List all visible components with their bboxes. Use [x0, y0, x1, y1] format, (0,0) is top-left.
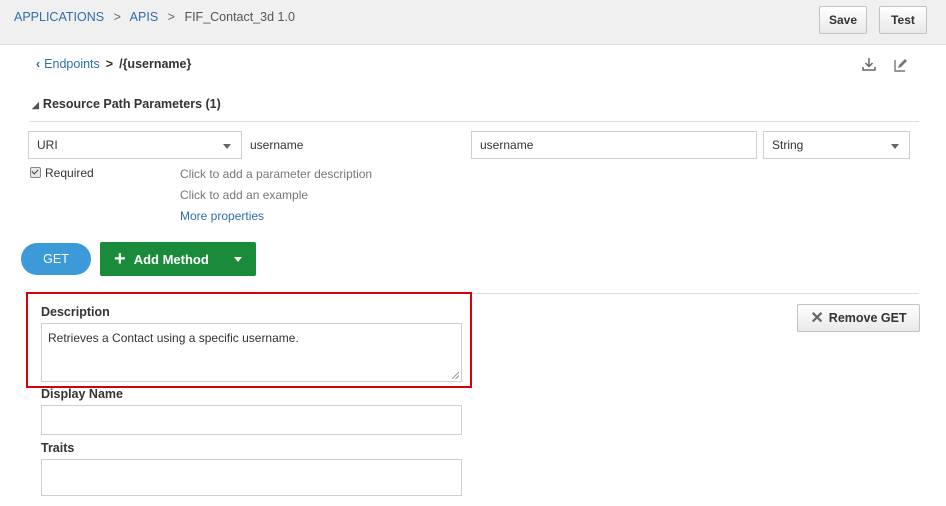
parameter-value-input[interactable]: username: [471, 131, 757, 159]
get-method-tab[interactable]: GET: [21, 243, 91, 275]
plus-icon: +: [114, 248, 126, 270]
breadcrumb-current: FIF_Contact_3d 1.0: [184, 10, 295, 24]
traits-label: Traits: [41, 441, 75, 455]
parameter-type-value: String: [772, 138, 804, 152]
required-label: Required: [45, 166, 94, 180]
parameter-type-select[interactable]: String: [763, 131, 910, 159]
chevron-down-icon: [891, 144, 899, 149]
chevron-down-icon[interactable]: [234, 257, 242, 262]
top-bar: APPLICATIONS > APIS > FIF_Contact_3d 1.0…: [0, 0, 946, 45]
add-method-label: Add Method: [133, 251, 209, 267]
display-name-label: Display Name: [41, 387, 123, 401]
parameter-example-hint[interactable]: Click to add an example: [180, 188, 308, 202]
parameter-description-hint[interactable]: Click to add a parameter description: [180, 167, 372, 181]
parameter-name[interactable]: username: [250, 138, 303, 152]
divider: [30, 121, 919, 122]
chevron-down-icon: [223, 144, 231, 149]
remove-get-label: Remove GET: [828, 311, 907, 325]
collapse-triangle-icon: ◢: [32, 100, 39, 110]
endpoints-link[interactable]: Endpoints: [44, 57, 100, 71]
required-checkbox[interactable]: [30, 167, 41, 179]
download-icon[interactable]: [860, 56, 878, 74]
breadcrumb-apis[interactable]: APIS: [130, 10, 159, 24]
breadcrumb: APPLICATIONS > APIS > FIF_Contact_3d 1.0: [14, 10, 295, 24]
path-separator: >: [105, 57, 114, 71]
add-method-button[interactable]: + Add Method: [100, 242, 256, 276]
test-button[interactable]: Test: [879, 6, 927, 34]
display-name-input[interactable]: [41, 405, 462, 435]
section-title: Resource Path Parameters (1): [42, 97, 221, 111]
more-properties-link[interactable]: More properties: [180, 209, 264, 223]
close-icon: ✕: [810, 310, 824, 327]
description-highlight-box: [26, 292, 472, 388]
resource-path-parameters-toggle[interactable]: ◢ Resource Path Parameters (1): [32, 97, 221, 111]
breadcrumb-separator: >: [167, 10, 175, 24]
save-button[interactable]: Save: [819, 6, 867, 34]
traits-input[interactable]: [41, 459, 462, 496]
required-checkbox-row[interactable]: Required: [30, 166, 94, 180]
endpoint-path-header: ‹ Endpoints > /{username}: [36, 57, 191, 71]
breadcrumb-separator: >: [113, 10, 121, 24]
chevron-left-icon: ‹: [36, 57, 41, 71]
breadcrumb-applications[interactable]: APPLICATIONS: [14, 10, 104, 24]
endpoint-path: /{username}: [119, 57, 192, 71]
parameter-location-select[interactable]: URI: [28, 131, 242, 159]
edit-icon[interactable]: [891, 56, 909, 74]
parameter-location-value: URI: [37, 138, 58, 152]
remove-get-button[interactable]: ✕ Remove GET: [797, 304, 920, 332]
